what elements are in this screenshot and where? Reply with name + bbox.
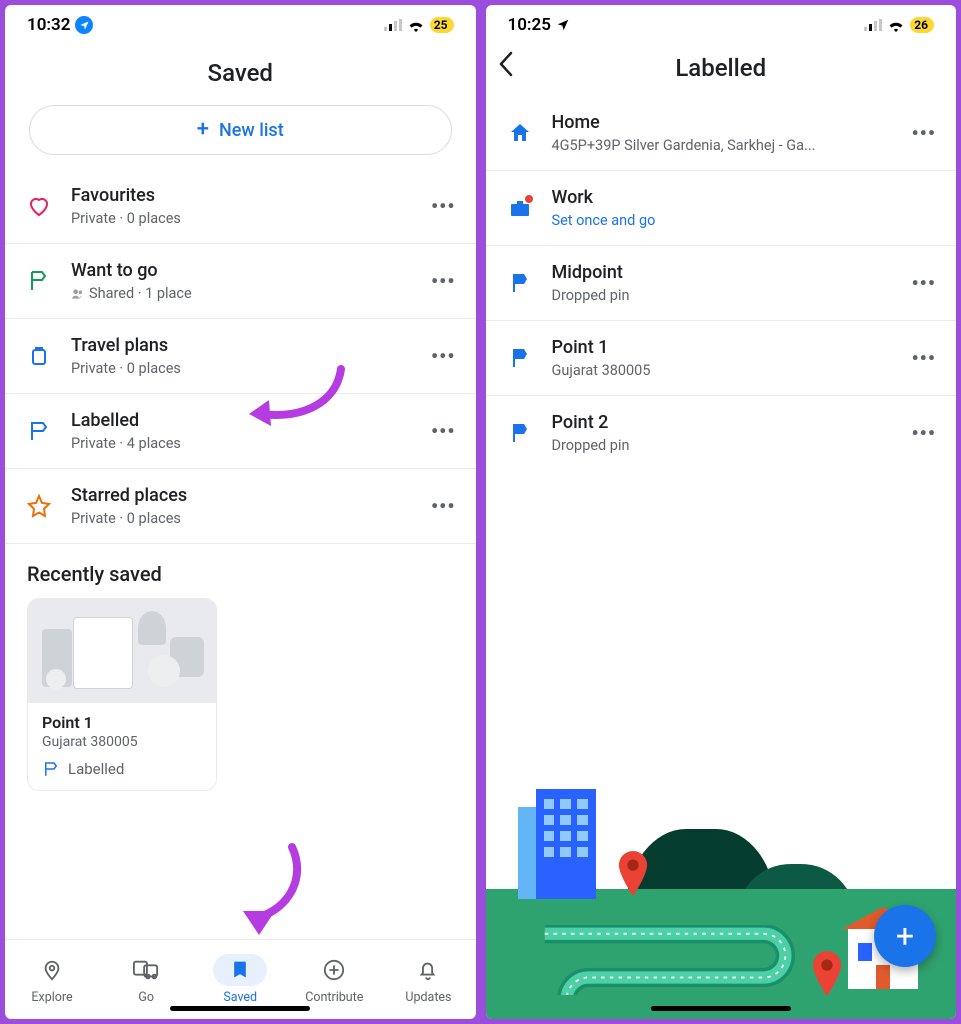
phone-right: 10:25 26 Labelled Home 4G5P+39P Silver G…	[486, 5, 957, 1019]
more-icon[interactable]: •••	[431, 194, 456, 218]
home-indicator[interactable]	[170, 1006, 310, 1011]
recent-sub: Gujarat 380005	[42, 734, 202, 750]
list-item-starred-places[interactable]: Starred places Private · 0 places •••	[5, 469, 476, 544]
row-subtitle: Private · 4 places	[71, 435, 431, 452]
labelled-item-work[interactable]: Work Set once and go	[486, 171, 957, 246]
bookmark-icon	[230, 959, 250, 981]
location-services-icon	[75, 16, 93, 34]
new-list-button[interactable]: + New list	[29, 105, 452, 155]
flag-icon	[27, 269, 71, 293]
row-title: Starred places	[71, 485, 431, 506]
labelled-item-point-1[interactable]: Point 1 Gujarat 380005 •••	[486, 321, 957, 396]
battery-indicator: 25	[430, 17, 454, 33]
list-item-travel-plans[interactable]: Travel plans Private · 0 places •••	[5, 319, 476, 394]
wifi-icon	[887, 19, 905, 32]
more-icon[interactable]: •••	[431, 494, 456, 518]
flag-fill-icon	[508, 421, 552, 445]
row-subtitle: Private · 0 places	[71, 360, 431, 377]
nav-label: Explore	[31, 990, 72, 1005]
row-subtitle[interactable]: Set once and go	[552, 212, 937, 229]
labelled-item-home[interactable]: Home 4G5P+39P Silver Gardenia, Sarkhej -…	[486, 96, 957, 171]
more-icon[interactable]: •••	[911, 271, 936, 295]
nav-label: Contribute	[305, 990, 363, 1005]
row-subtitle: Gujarat 380005	[552, 362, 912, 379]
road-path	[536, 925, 834, 995]
row-title: Travel plans	[71, 335, 431, 356]
labelled-item-point-2[interactable]: Point 2 Dropped pin •••	[486, 396, 957, 470]
row-subtitle: Private · 0 places	[71, 210, 431, 227]
page-title: Saved	[5, 45, 476, 105]
nav-updates[interactable]: Updates	[381, 940, 475, 1019]
row-title: Want to go	[71, 260, 431, 281]
location-arrow-icon	[556, 18, 570, 32]
list-item-want-to-go[interactable]: Want to go Shared · 1 place •••	[5, 244, 476, 319]
more-icon[interactable]: •••	[911, 421, 936, 445]
flag-fill-icon	[508, 271, 552, 295]
flag-fill-icon	[508, 346, 552, 370]
labelled-item-midpoint[interactable]: Midpoint Dropped pin •••	[486, 246, 957, 321]
row-title: Point 1	[552, 337, 912, 358]
phone-left: 10:32 25 Saved + New list Favourites Pri…	[5, 5, 476, 1019]
label-flag-icon	[27, 419, 71, 443]
row-title: Midpoint	[552, 262, 912, 283]
more-icon[interactable]: •••	[911, 121, 936, 145]
cellular-icon	[384, 19, 402, 31]
home-icon	[508, 121, 552, 145]
nav-label: Updates	[405, 990, 451, 1005]
wifi-icon	[407, 19, 425, 32]
plus-icon: +	[896, 920, 914, 952]
cellular-icon	[864, 19, 882, 31]
recent-tag: Labelled	[42, 760, 202, 778]
row-subtitle: Dropped pin	[552, 437, 912, 454]
row-title: Work	[552, 187, 937, 208]
illustration: +	[486, 779, 957, 1019]
status-time: 10:32	[27, 15, 70, 35]
row-subtitle: Dropped pin	[552, 287, 912, 304]
more-icon[interactable]: •••	[431, 419, 456, 443]
new-list-label: New list	[219, 120, 284, 141]
map-marker-icon	[616, 851, 650, 899]
lists-section: Favourites Private · 0 places ••• Want t…	[5, 169, 476, 939]
heart-icon	[27, 194, 71, 218]
recently-saved-card[interactable]: Point 1 Gujarat 380005 Labelled	[27, 598, 217, 791]
more-icon[interactable]: •••	[431, 269, 456, 293]
nav-label: Saved	[223, 990, 257, 1005]
list-item-labelled[interactable]: Labelled Private · 4 places •••	[5, 394, 476, 469]
nav-explore[interactable]: Explore	[5, 940, 99, 1019]
battery-indicator: 26	[910, 17, 934, 33]
recent-title: Point 1	[42, 713, 202, 732]
status-bar: 10:25 26	[486, 5, 957, 45]
transit-icon	[133, 959, 159, 981]
pin-icon	[41, 959, 63, 981]
more-icon[interactable]: •••	[431, 344, 456, 368]
suitcase-icon	[27, 344, 71, 368]
row-title: Point 2	[552, 412, 912, 433]
row-subtitle: Shared · 1 place	[71, 285, 431, 302]
map-marker-icon	[810, 951, 844, 999]
plus-circle-icon	[323, 959, 345, 981]
star-icon	[27, 494, 71, 518]
plus-icon: +	[197, 119, 209, 141]
row-subtitle: Private · 0 places	[71, 510, 431, 527]
notification-dot-icon	[524, 194, 534, 204]
nav-label: Go	[138, 990, 154, 1005]
recent-thumbnail	[28, 599, 216, 703]
row-subtitle: 4G5P+39P Silver Gardenia, Sarkhej - Ga..…	[552, 137, 912, 154]
row-title: Favourites	[71, 185, 431, 206]
recently-saved-heading: Recently saved	[5, 544, 476, 598]
page-title: Labelled	[498, 54, 945, 82]
add-label-fab[interactable]: +	[874, 905, 936, 967]
more-icon[interactable]: •••	[911, 346, 936, 370]
status-bar: 10:32 25	[5, 5, 476, 45]
briefcase-icon	[508, 196, 552, 220]
header: Labelled	[486, 45, 957, 96]
home-indicator[interactable]	[651, 1006, 791, 1011]
bell-icon	[417, 959, 439, 981]
row-title: Home	[552, 112, 912, 133]
row-title: Labelled	[71, 410, 431, 431]
status-time: 10:25	[508, 15, 551, 35]
list-item-favourites[interactable]: Favourites Private · 0 places •••	[5, 169, 476, 244]
